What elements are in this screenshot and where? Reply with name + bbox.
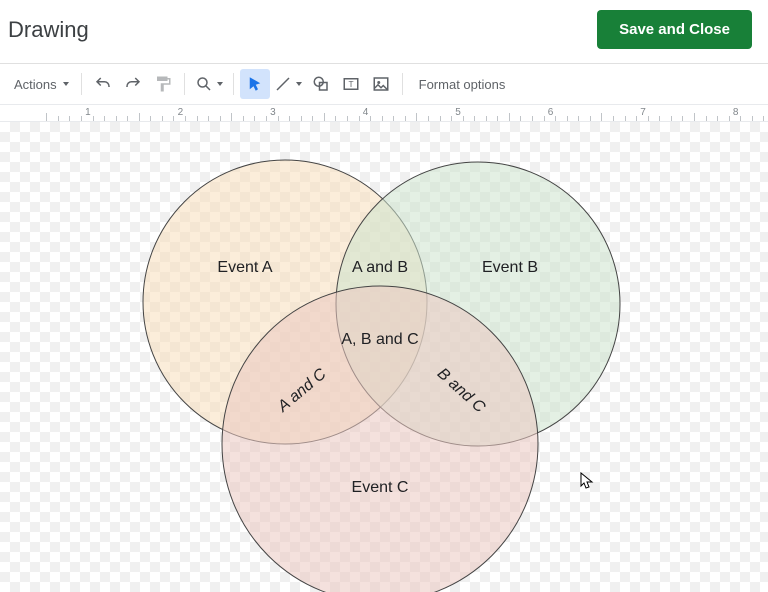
undo-icon: [94, 75, 112, 93]
chevron-down-icon: [217, 82, 223, 86]
label-event-c[interactable]: Event C: [352, 479, 409, 496]
separator: [81, 73, 82, 95]
image-icon: [372, 75, 390, 93]
image-tool-button[interactable]: [366, 69, 396, 99]
label-a-b-and-c[interactable]: A, B and C: [341, 331, 418, 348]
paint-format-icon: [154, 75, 172, 93]
shape-icon: [312, 75, 330, 93]
line-tool-button[interactable]: [270, 69, 306, 99]
chevron-down-icon: [63, 82, 69, 86]
separator: [402, 73, 403, 95]
separator: [233, 73, 234, 95]
drawing-canvas[interactable]: Event A Event B Event C A and B A, B and…: [0, 122, 768, 592]
actions-menu[interactable]: Actions: [8, 69, 75, 99]
zoom-button[interactable]: [191, 69, 227, 99]
undo-button[interactable]: [88, 69, 118, 99]
redo-icon: [124, 75, 142, 93]
save-and-close-button[interactable]: Save and Close: [597, 10, 752, 49]
format-options-button[interactable]: Format options: [409, 69, 516, 99]
shape-tool-button[interactable]: [306, 69, 336, 99]
select-tool-button[interactable]: [240, 69, 270, 99]
chevron-down-icon: [296, 82, 302, 86]
toolbar: Actions T Format options: [0, 64, 768, 104]
svg-text:T: T: [348, 80, 353, 89]
textbox-icon: T: [342, 75, 360, 93]
line-icon: [274, 75, 292, 93]
venn-diagram[interactable]: Event A Event B Event C A and B A, B and…: [0, 122, 768, 592]
label-event-b[interactable]: Event B: [482, 259, 538, 276]
paint-format-button[interactable]: [148, 69, 178, 99]
zoom-icon: [195, 75, 213, 93]
ruler[interactable]: 12345678: [0, 104, 768, 122]
actions-label: Actions: [14, 77, 57, 92]
redo-button[interactable]: [118, 69, 148, 99]
textbox-tool-button[interactable]: T: [336, 69, 366, 99]
format-options-label: Format options: [419, 77, 506, 92]
page-title: Drawing: [8, 17, 89, 43]
separator: [184, 73, 185, 95]
select-icon: [246, 75, 264, 93]
label-a-and-b[interactable]: A and B: [352, 259, 408, 276]
label-event-a[interactable]: Event A: [217, 259, 272, 276]
